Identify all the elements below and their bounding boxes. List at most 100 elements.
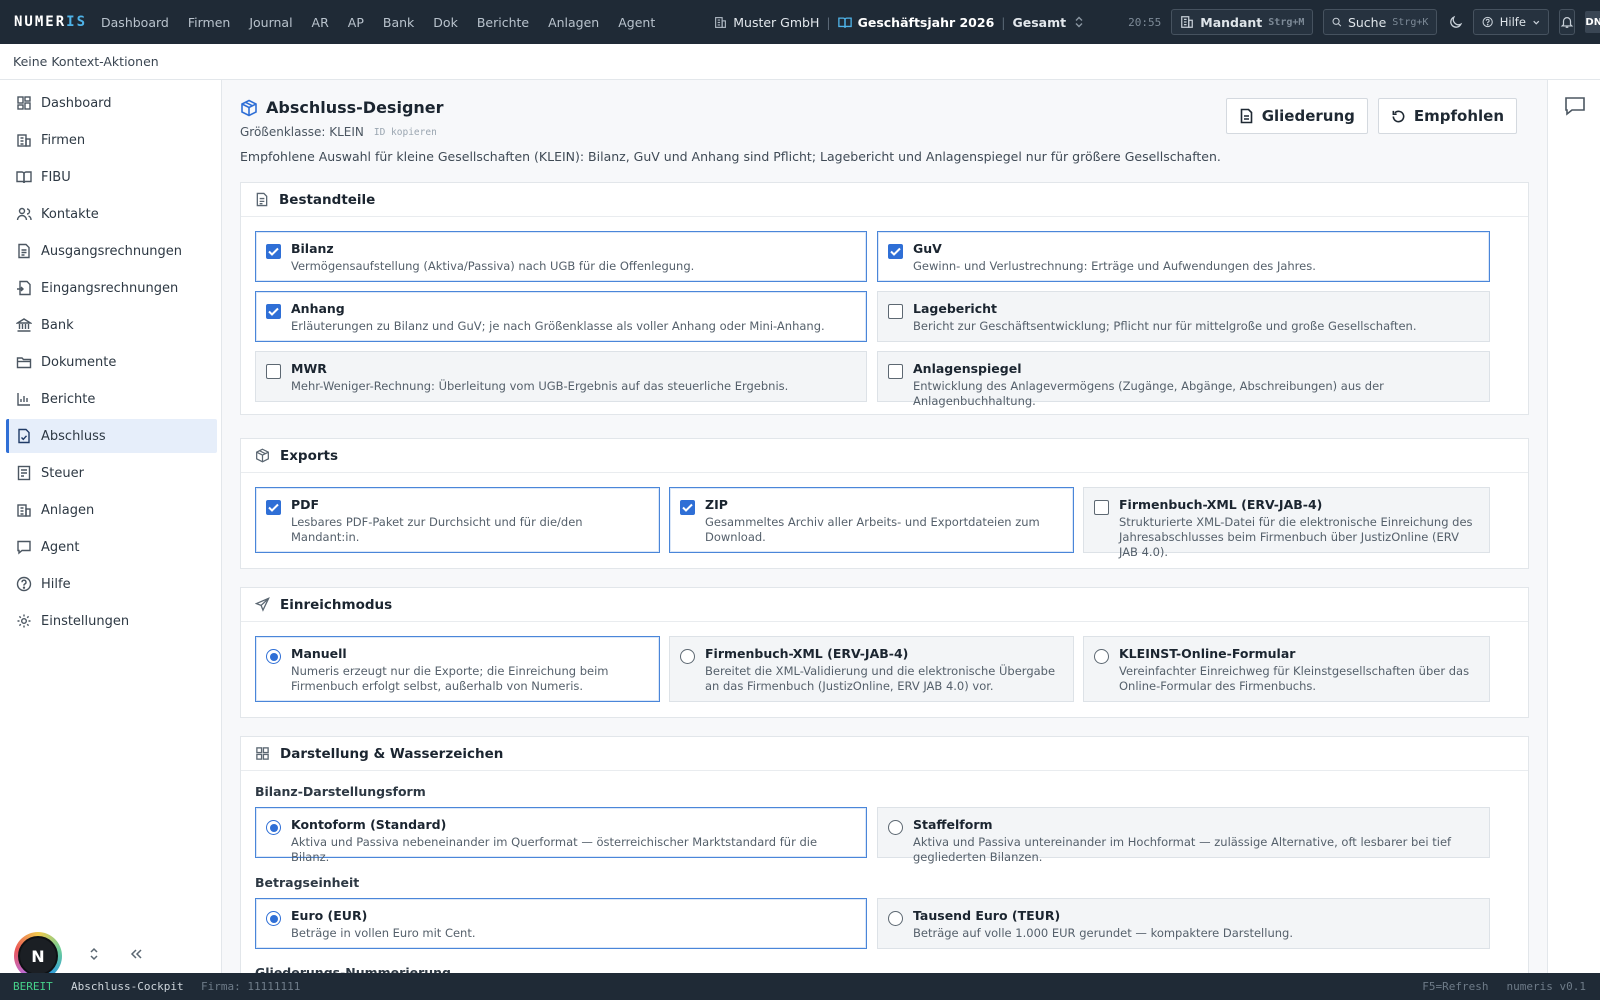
sidebar-item-eingangsrechnungen[interactable]: Eingangsrechnungen: [6, 271, 217, 305]
recommended-button[interactable]: Empfohlen: [1377, 98, 1517, 134]
chat-icon[interactable]: [1564, 96, 1586, 120]
option-pdf[interactable]: PDF Lesbares PDF-Paket zur Durchsicht und…: [255, 487, 660, 553]
notifications-button[interactable]: [1559, 9, 1576, 35]
document-icon: [1240, 108, 1253, 124]
option-description: Entwicklung des Anlagevermögens (Zugänge…: [913, 379, 1384, 408]
option-firmenbuch-xml-mode[interactable]: Firmenbuch-XML (ERV-JAB-4) Bereitet die X…: [669, 636, 1074, 702]
sidebar-item-hilfe[interactable]: Hilfe: [6, 567, 217, 601]
checkbox-firmenbuch-xml[interactable]: [1094, 500, 1109, 515]
checkbox-pdf[interactable]: [266, 500, 281, 515]
checkbox-guv[interactable]: [888, 244, 903, 259]
option-zip[interactable]: ZIP Gesammeltes Archiv aller Arbeits- und…: [669, 487, 1074, 553]
outline-button[interactable]: Gliederung: [1225, 98, 1368, 134]
sidebar-item-berichte[interactable]: Berichte: [6, 382, 217, 416]
topnav-anlagen[interactable]: Anlagen: [548, 15, 599, 30]
radio-firmenbuch-xml[interactable]: [680, 649, 695, 664]
option-description: Bericht zur Geschäftsentwicklung; Pflich…: [913, 319, 1417, 333]
option-mwr[interactable]: MWR Mehr-Weniger-Rechnung: Überleitung vo…: [255, 351, 867, 402]
option-kontoform[interactable]: Kontoform (Standard) Aktiva und Passiva n…: [255, 807, 867, 864]
option-anlagenspiegel[interactable]: Anlagenspiegel Entwicklung des Anlageverm…: [877, 351, 1490, 408]
topnav-dok[interactable]: Dok: [433, 15, 458, 30]
outline-button-label: Gliederung: [1261, 107, 1355, 125]
sidebar-item-dokumente[interactable]: Dokumente: [6, 345, 217, 379]
radio-teur[interactable]: [888, 911, 903, 926]
sidebar-item-firmen[interactable]: Firmen: [6, 123, 217, 157]
status-version: numeris v0.1: [1506, 980, 1586, 993]
sidebar-item-bank[interactable]: Bank: [6, 308, 217, 342]
option-description: Aktiva und Passiva untereinander im Hoch…: [913, 835, 1452, 864]
topnav-berichte[interactable]: Berichte: [477, 15, 529, 30]
checkbox-mwr[interactable]: [266, 364, 281, 379]
option-title: MWR: [291, 361, 327, 376]
bell-icon: [1561, 17, 1574, 28]
option-staffelform[interactable]: Staffelform Aktiva und Passiva untereinan…: [877, 807, 1490, 864]
collapse-sidebar-icon[interactable]: [126, 948, 146, 964]
option-kleinst-online[interactable]: KLEINST-Online-Formular Vereinfachter Ein…: [1083, 636, 1490, 702]
size-class: Größenklasse: KLEIN: [240, 125, 364, 139]
sidebar-item-label: Agent: [41, 539, 80, 555]
chevron-updown-icon[interactable]: [84, 947, 104, 965]
radio-euro[interactable]: [266, 911, 281, 926]
mandant-button[interactable]: Mandant Strg+M: [1171, 9, 1314, 35]
sidebar-item-label: Hilfe: [41, 576, 71, 592]
theme-toggle[interactable]: [1449, 9, 1463, 35]
radio-kontoform[interactable]: [266, 820, 281, 835]
option-guv[interactable]: GuV Gewinn- und Verlustrechnung: Erträge …: [877, 231, 1490, 282]
checkbox-bilanz[interactable]: [266, 244, 281, 259]
option-euro[interactable]: Euro (EUR) Beträge in vollen Euro mit Cen…: [255, 898, 867, 949]
book-icon: [16, 171, 32, 184]
checkbox-zip[interactable]: [680, 500, 695, 515]
sidebar-item-label: FIBU: [41, 169, 71, 185]
context-separator: |: [826, 14, 831, 30]
sidebar-item-abschluss[interactable]: Abschluss: [6, 419, 217, 453]
sidebar-item-label: Eingangsrechnungen: [41, 280, 179, 296]
invoice-in-icon: [17, 280, 31, 296]
topnav-bank[interactable]: Bank: [383, 15, 414, 30]
sidebar-item-dashboard[interactable]: Dashboard: [6, 86, 217, 120]
option-bilanz[interactable]: Bilanz Vermögensaufstellung (Aktiva/Passi…: [255, 231, 867, 282]
radio-staffelform[interactable]: [888, 820, 903, 835]
user-avatar[interactable]: DN: [1585, 11, 1600, 33]
sidebar-item-anlagen[interactable]: Anlagen: [6, 493, 217, 527]
company-selector[interactable]: Muster GmbH: [714, 15, 819, 30]
app-logo[interactable]: NUMERIS: [14, 14, 87, 30]
folder-icon: [16, 357, 32, 369]
topnav-journal[interactable]: Journal: [249, 15, 292, 30]
topnav-ap[interactable]: AP: [348, 15, 364, 30]
option-firmenbuch-xml[interactable]: Firmenbuch-XML (ERV-JAB-4) Strukturierte …: [1083, 487, 1490, 559]
help-dropdown[interactable]: Hilfe: [1473, 9, 1550, 35]
help-icon: [1482, 16, 1494, 28]
book-icon: [837, 16, 852, 28]
scope-label: Gesamt: [1012, 14, 1067, 30]
sidebar-item-fibu[interactable]: FIBU: [6, 160, 217, 194]
sidebar-item-steuer[interactable]: Steuer: [6, 456, 217, 490]
scope-selector[interactable]: Gesamt: [1013, 15, 1085, 30]
option-description: Strukturierte XML-Datei für die elektron…: [1119, 515, 1473, 559]
package-icon: [241, 99, 257, 116]
radio-kleinst-online[interactable]: [1094, 649, 1109, 664]
checkbox-lagebericht[interactable]: [888, 304, 903, 319]
topnav-ar[interactable]: AR: [312, 15, 329, 30]
sidebar-item-kontakte[interactable]: Kontakte: [6, 197, 217, 231]
right-rail: [1547, 80, 1600, 973]
option-anhang[interactable]: Anhang Erläuterungen zu Bilanz und GuV; j…: [255, 291, 867, 342]
topnav-firmen[interactable]: Firmen: [188, 15, 230, 30]
radio-manuell[interactable]: [266, 649, 281, 664]
section-exports: Exports PDF Lesbares PDF-Paket zur Durchs…: [240, 438, 1529, 569]
option-title: Firmenbuch-XML (ERV-JAB-4): [1119, 497, 1323, 512]
option-manuell[interactable]: Manuell Numeris erzeugt nur die Exporte; …: [255, 636, 660, 702]
topnav-agent[interactable]: Agent: [618, 15, 655, 30]
search-button[interactable]: Suche Strg+K: [1323, 9, 1438, 35]
option-lagebericht[interactable]: Lagebericht Bericht zur Geschäftsentwickl…: [877, 291, 1490, 342]
topnav-dashboard[interactable]: Dashboard: [101, 15, 169, 30]
checkbox-anlagenspiegel[interactable]: [888, 364, 903, 379]
sidebar-item-agent[interactable]: Agent: [6, 530, 217, 564]
option-teur[interactable]: Tausend Euro (TEUR) Beträge auf volle 1.0…: [877, 898, 1490, 949]
copy-id-button[interactable]: ID kopieren: [374, 127, 437, 138]
section-title: Darstellung & Wasserzeichen: [280, 745, 504, 762]
checkbox-anhang[interactable]: [266, 304, 281, 319]
sidebar-item-ausgangsrechnungen[interactable]: Ausgangsrechnungen: [6, 234, 217, 268]
fiscal-year-selector[interactable]: Geschäftsjahr 2026: [837, 15, 994, 30]
chevron-down-icon: [1533, 20, 1540, 25]
sidebar-item-einstellungen[interactable]: Einstellungen: [6, 604, 217, 638]
